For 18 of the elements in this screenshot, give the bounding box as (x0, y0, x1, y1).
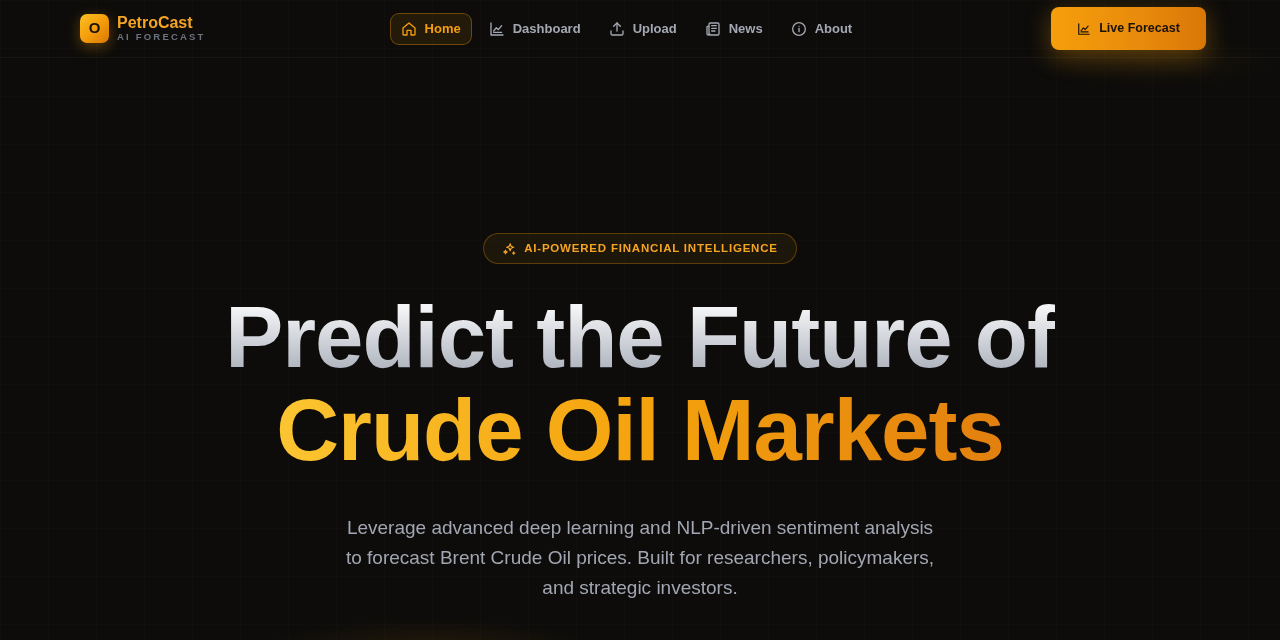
live-forecast-button[interactable]: Live Forecast (1051, 7, 1206, 50)
newspaper-icon (704, 20, 721, 37)
brand-name: PetroCast (117, 14, 194, 31)
logo-tile: O (80, 14, 109, 43)
upload-icon (608, 20, 625, 37)
sparkles-icon (502, 241, 517, 256)
home-icon (400, 20, 417, 37)
nav-link[interactable]: Dashboard (477, 12, 592, 45)
chart-icon (1077, 21, 1092, 36)
nav-link[interactable]: Home (389, 12, 472, 45)
hero-description: Leverage advanced deep learning and NLP-driven sentiment analysis to forecast Brent Crude Oil prices. Built for researchers, policymakers, and strategic investors. (344, 516, 936, 600)
nav-link[interactable]: About (779, 12, 864, 45)
nav-link[interactable]: Upload (597, 12, 688, 45)
tagline-badge: AI-POWERED FINANCIAL INTELLIGENCE (483, 233, 797, 264)
info-icon (790, 20, 807, 37)
nav-link[interactable]: News (693, 12, 774, 45)
chart-icon (488, 20, 505, 37)
brand-tagline: AI FORECAST (117, 31, 206, 43)
